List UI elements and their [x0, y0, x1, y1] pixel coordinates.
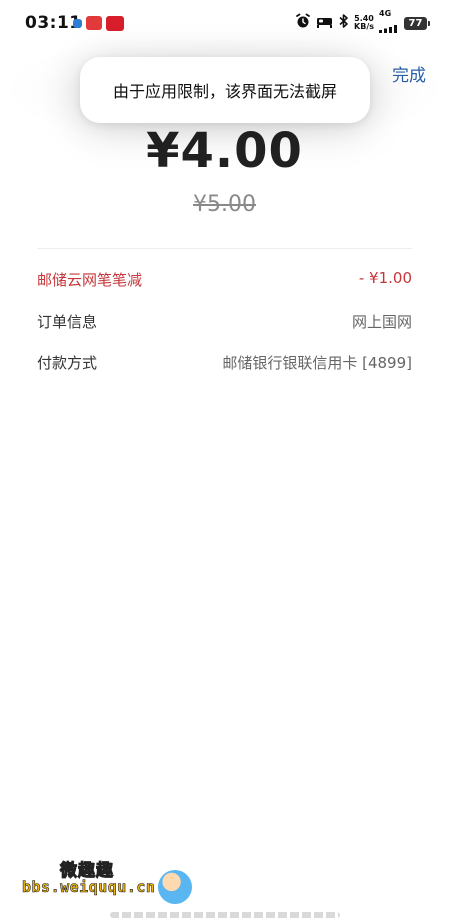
order-info-label: 订单信息 [37, 313, 98, 331]
speed-unit: KB/s [354, 22, 374, 31]
screenshot-blocked-toast: 由于应用限制，该界面无法截屏 [80, 57, 370, 123]
divider [37, 248, 412, 249]
watermark: 微趣趣 bbs.weiququ.cn [22, 852, 222, 920]
shopping-app-icon [86, 16, 102, 30]
battery-indicator: 77 [404, 16, 430, 30]
sleep-mode-icon [316, 14, 333, 33]
system-icons: 5.40 KB/s 4G 77 [295, 9, 430, 33]
app-notification-icon [73, 18, 82, 28]
watermark-url: bbs.weiququ.cn [22, 878, 156, 897]
tmall-app-icon [106, 15, 124, 31]
network-speed: 5.40 KB/s [354, 15, 374, 31]
discount-row: 邮储云网笔笔减 - ¥1.00 [37, 269, 412, 293]
discount-value: - ¥1.00 [358, 269, 412, 287]
order-info-value: 网上国网 [351, 313, 412, 331]
network-type: 4G [379, 8, 392, 18]
payment-method-value: 邮储银行银联信用卡 [4899] [222, 354, 412, 372]
mascot-icon [158, 870, 192, 904]
order-info-row: 订单信息 网上国网 [37, 311, 412, 335]
signal-icon [379, 18, 399, 37]
discount-label: 邮储云网笔笔减 [37, 271, 143, 289]
notification-icons [73, 15, 124, 31]
toast-message: 由于应用限制，该界面无法截屏 [112, 82, 337, 101]
payment-method-row: 付款方式 邮储银行银联信用卡 [4899] [37, 352, 412, 376]
payment-amount: ¥4.00 [146, 123, 303, 179]
original-amount: ¥5.00 [193, 192, 256, 217]
payment-method-label: 付款方式 [37, 354, 98, 372]
bottom-hint-text [110, 912, 340, 918]
bluetooth-icon [338, 13, 349, 33]
alarm-icon [295, 13, 311, 33]
done-button[interactable]: 完成 [392, 61, 426, 86]
signal-indicator: 4G [379, 8, 399, 37]
